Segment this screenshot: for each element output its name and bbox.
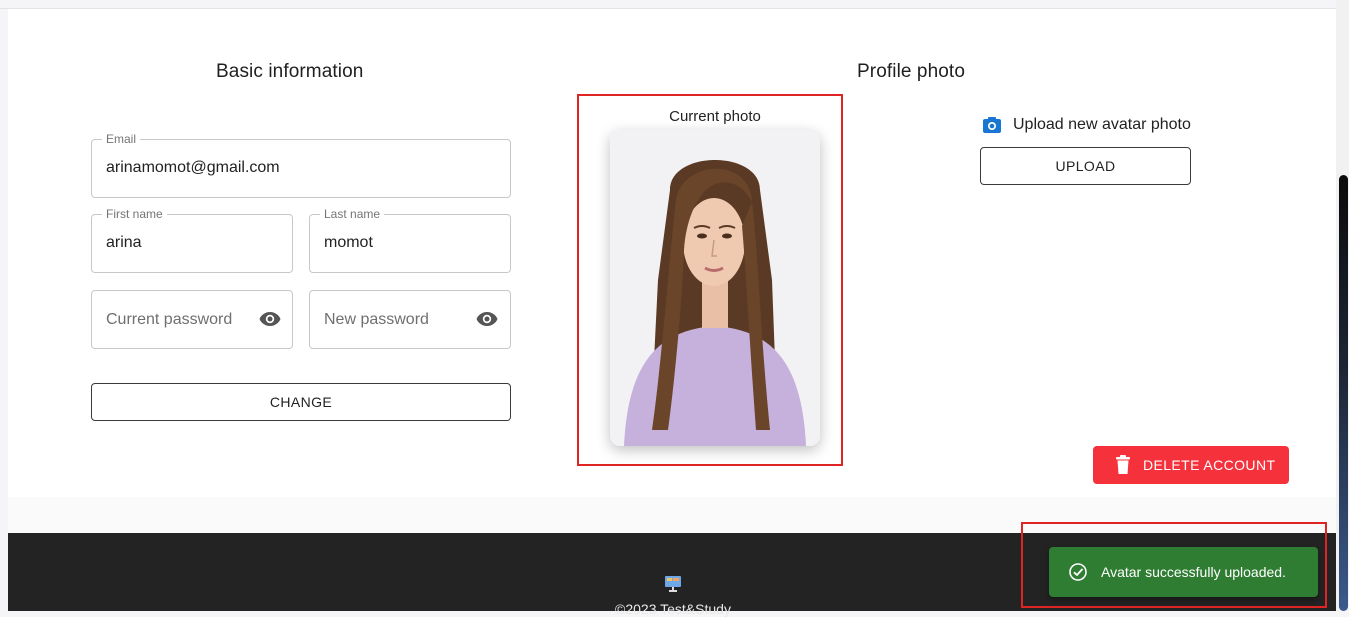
last-name-field[interactable]: Last name momot: [309, 207, 511, 273]
scrollbar-thumb[interactable]: [1339, 175, 1348, 611]
new-password-placeholder: New password: [324, 311, 429, 328]
toast-message: Avatar successfully uploaded.: [1101, 564, 1286, 580]
current-photo-label: Current photo: [669, 108, 761, 125]
change-button[interactable]: CHANGE: [91, 383, 511, 421]
check-circle-icon: [1068, 562, 1088, 582]
basic-info-title: Basic information: [216, 61, 364, 82]
first-name-value: arina: [106, 234, 142, 251]
trash-icon: [1116, 455, 1130, 474]
upload-new-avatar-text: Upload new avatar photo: [1013, 116, 1191, 133]
delete-account-label: DELETE ACCOUNT: [1143, 457, 1276, 473]
new-password-field[interactable]: New password: [309, 290, 511, 349]
delete-account-button[interactable]: DELETE ACCOUNT: [1093, 446, 1289, 484]
last-name-label: Last name: [320, 207, 385, 221]
success-toast: Avatar successfully uploaded.: [1049, 547, 1318, 597]
first-name-label: First name: [102, 207, 167, 221]
profile-photo-title: Profile photo: [857, 61, 965, 82]
email-label: Email: [102, 132, 141, 146]
current-password-field[interactable]: Current password: [91, 290, 293, 349]
footer-copyright: ©2023 Test&Study: [615, 601, 731, 617]
logo-icon: [664, 575, 682, 593]
current-password-placeholder: Current password: [106, 311, 233, 328]
last-name-value: momot: [324, 234, 373, 251]
first-name-field[interactable]: First name arina: [91, 207, 293, 273]
camera-icon: [982, 115, 1002, 135]
eye-icon[interactable]: [259, 311, 281, 327]
email-value: arinamomot@gmail.com: [106, 159, 280, 176]
email-field[interactable]: Email arinamomot@gmail.com: [91, 132, 511, 198]
upload-button[interactable]: UPLOAD: [980, 147, 1191, 185]
avatar-photo: [610, 130, 820, 446]
eye-icon[interactable]: [476, 311, 498, 327]
